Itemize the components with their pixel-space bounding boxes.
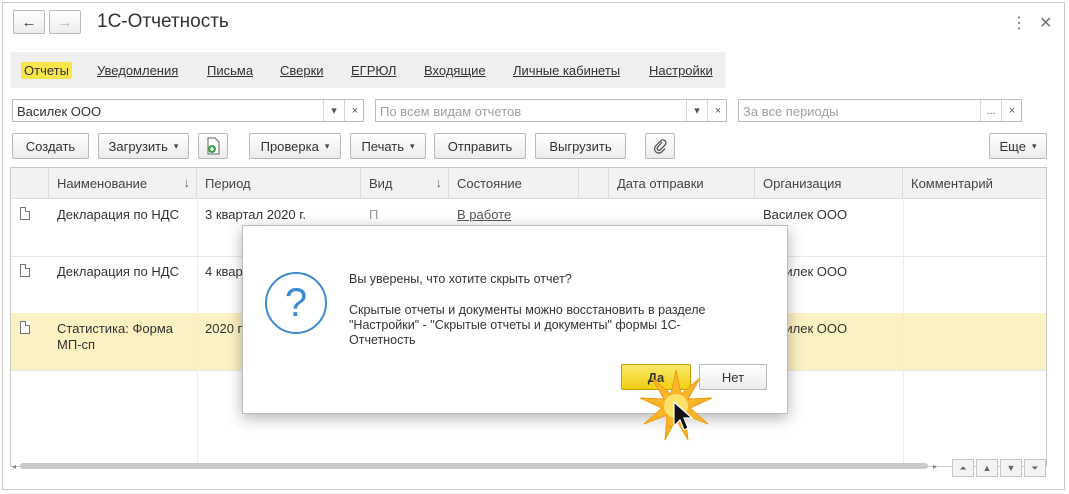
clear-icon: × xyxy=(714,104,722,117)
report-types-dropdown-button[interactable]: ▾ xyxy=(686,100,707,121)
period-placeholder: За все периоды xyxy=(743,104,839,119)
print-label: Печать xyxy=(361,138,405,154)
scroll-right-icon[interactable]: ▸ xyxy=(933,462,937,471)
tab-egrul[interactable]: ЕГРЮЛ xyxy=(351,63,396,78)
report-types-clear-button[interactable]: × xyxy=(707,100,728,121)
double-down-icon: ⏷ xyxy=(1031,462,1039,473)
header-period[interactable]: Период xyxy=(197,168,361,198)
clear-icon: × xyxy=(1008,104,1016,117)
down-icon: ▼ xyxy=(1006,463,1016,473)
print-button[interactable]: Печать ▾ xyxy=(350,133,426,159)
row-name: Декларация по НДС xyxy=(57,264,179,279)
tab-reconciliations[interactable]: Сверки xyxy=(280,63,324,78)
next-page-button[interactable]: ▼ xyxy=(1000,459,1022,477)
chevron-down-icon: ▾ xyxy=(324,140,330,151)
row-period: 4 квар xyxy=(205,264,243,279)
row-kind: П xyxy=(369,207,379,222)
ellipsis-icon: ... xyxy=(986,104,996,117)
header-comment[interactable]: Комментарий xyxy=(903,168,1046,198)
arrow-right-icon: → xyxy=(57,13,73,31)
add-document-icon xyxy=(207,137,220,155)
more-label: Еще xyxy=(999,138,1026,154)
header-state[interactable]: Состояние xyxy=(449,168,579,198)
prev-page-button[interactable]: ▲ xyxy=(976,459,998,477)
dialog-info-line1: Скрытые отчеты и документы можно восстан… xyxy=(349,303,706,317)
check-label: Проверка xyxy=(260,138,319,154)
period-clear-button[interactable]: × xyxy=(1001,100,1022,121)
header-icon-column xyxy=(11,168,49,198)
row-period: 3 квартал 2020 г. xyxy=(205,207,306,222)
add-file-button[interactable] xyxy=(198,133,228,159)
period-field[interactable]: За все периоды ... × xyxy=(738,99,1022,122)
organization-dropdown-button[interactable]: ▾ xyxy=(323,100,344,121)
organization-clear-button[interactable]: × xyxy=(344,100,365,121)
clear-icon: × xyxy=(351,104,359,117)
horizontal-scrollbar[interactable] xyxy=(20,463,928,469)
row-period: 2020 г xyxy=(205,321,243,336)
tab-personal-accounts[interactable]: Личные кабинеты xyxy=(513,63,620,78)
more-button[interactable]: Еще ▾ xyxy=(989,133,1047,159)
create-button[interactable]: Создать xyxy=(12,133,89,159)
row-organization: Василек ООО xyxy=(763,207,848,222)
chevron-down-icon: ▾ xyxy=(1031,140,1037,151)
row-state-link[interactable]: В работе xyxy=(457,207,511,223)
dialog-info-line2: "Настройки" - "Скрытые отчеты и документ… xyxy=(349,318,681,332)
last-page-button[interactable]: ⏷ xyxy=(1024,459,1046,477)
question-icon: ? xyxy=(265,272,327,334)
header-kind[interactable]: Вид ↓ xyxy=(361,168,449,198)
close-icon: ✕ xyxy=(1039,15,1053,32)
period-select-button[interactable]: ... xyxy=(980,100,1001,121)
organization-value: Василек ООО xyxy=(17,104,102,119)
header-organization[interactable]: Организация xyxy=(755,168,903,198)
forward-button[interactable]: → xyxy=(49,10,81,34)
first-page-button[interactable]: ⏶ xyxy=(952,459,974,477)
title-bar: ← → 1С-Отчетность ⋮ ✕ xyxy=(3,3,1064,43)
document-icon xyxy=(20,207,30,220)
arrow-left-icon: ← xyxy=(21,13,37,31)
tab-reports[interactable]: Отчеты xyxy=(21,62,72,79)
check-button[interactable]: Проверка ▾ xyxy=(249,133,341,159)
tabs-bar: Отчеты Уведомления Письма Сверки ЕГРЮЛ В… xyxy=(10,52,726,88)
row-name: Декларация по НДС xyxy=(57,207,179,222)
double-up-icon: ⏶ xyxy=(959,462,967,473)
organization-field[interactable]: Василек ООО ▾ × xyxy=(12,99,364,122)
click-highlight-icon xyxy=(639,369,713,441)
header-send-date[interactable]: Дата отправки xyxy=(609,168,755,198)
chevron-down-icon: ▾ xyxy=(331,105,337,117)
window-title: 1С-Отчетность xyxy=(97,11,229,32)
close-window-button[interactable]: ✕ xyxy=(1039,13,1052,33)
sort-arrow-icon: ↓ xyxy=(435,175,443,190)
chevron-down-icon: ▾ xyxy=(410,140,415,151)
load-button[interactable]: Загрузить ▾ xyxy=(98,133,189,159)
header-state-extra xyxy=(579,168,609,198)
chevron-down-icon: ▾ xyxy=(173,140,179,151)
dialog-info-line3: Отчетность xyxy=(349,333,416,347)
chevron-down-icon: ▾ xyxy=(694,105,700,117)
paperclip-icon xyxy=(653,139,667,154)
attach-button[interactable] xyxy=(645,133,675,159)
up-icon: ▲ xyxy=(982,463,992,473)
back-button[interactable]: ← xyxy=(13,10,45,34)
report-types-field[interactable]: По всем видам отчетов ▾ × xyxy=(375,99,727,122)
header-name[interactable]: Наименование ↓ xyxy=(49,168,197,198)
document-icon xyxy=(20,321,30,334)
tab-incoming[interactable]: Входящие xyxy=(424,63,486,78)
tab-notifications[interactable]: Уведомления xyxy=(97,63,178,78)
more-options-button[interactable]: ⋮ xyxy=(1011,13,1027,33)
send-button[interactable]: Отправить xyxy=(434,133,526,159)
row-name: Статистика: Форма МП-сп xyxy=(57,321,174,352)
report-types-placeholder: По всем видам отчетов xyxy=(380,104,522,119)
table-header: Наименование ↓ Период Вид ↓ Состояние Дата… xyxy=(11,168,1046,199)
scroll-left-icon[interactable]: ◂ xyxy=(12,462,16,471)
document-icon xyxy=(20,264,30,277)
tab-settings[interactable]: Настройки xyxy=(649,63,713,78)
tab-letters[interactable]: Письма xyxy=(207,63,253,78)
load-label: Загрузить xyxy=(108,138,168,154)
export-button[interactable]: Выгрузить xyxy=(535,133,626,159)
sort-arrow-icon: ↓ xyxy=(183,175,191,190)
dialog-question: Вы уверены, что хотите скрыть отчет? xyxy=(349,272,572,286)
vertical-dots-icon: ⋮ xyxy=(1011,15,1027,32)
